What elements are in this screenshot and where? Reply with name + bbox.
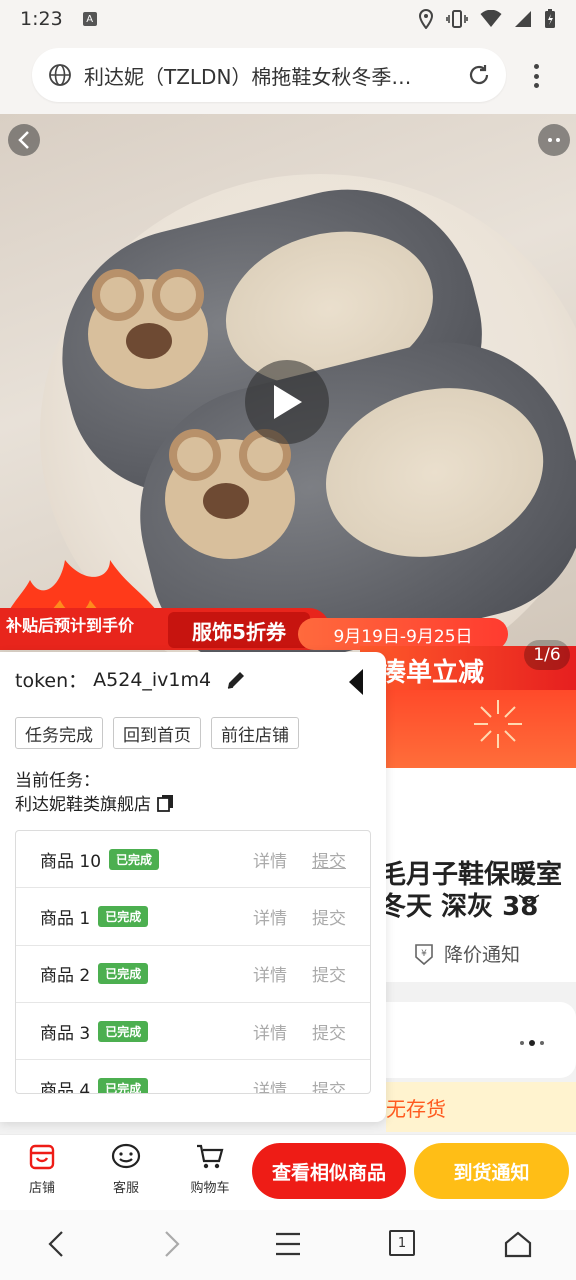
task-item-list: 商品 10 已完成 详情 提交 商品 1 已完成 详情 提交 商品 2 已完成 … [15,830,371,1094]
status-icons [418,9,556,29]
nav-tabs-button[interactable]: 1 [389,1230,415,1256]
price-alert-label: 降价通知 [444,944,521,966]
browser-menu-icon[interactable] [526,60,546,92]
item-name: 商品 3 [40,1023,91,1044]
detail-link[interactable]: 详情 [253,904,287,929]
promo-bottom-text: 凑单立减 [380,658,485,688]
svg-text:¥: ¥ [421,949,427,959]
item-name: 商品 2 [40,966,91,987]
status-badge: 已完成 [98,1077,149,1093]
item-name: 商品 10 [40,851,102,872]
cell-signal-icon [515,11,531,27]
token-value: A524_iv1m4 [93,668,212,691]
address-bar[interactable]: 利达妮（TZLDN）棉拖鞋女秋冬季… [32,48,506,102]
status-badge: 已完成 [109,848,160,870]
system-navigation-bar: 1 [0,1210,576,1280]
nav-menu-icon[interactable] [274,1230,302,1258]
battery-icon [545,9,555,28]
customer-service-label: 客服 [112,1181,139,1196]
cart-icon [197,1144,224,1169]
list-item: 商品 10 已完成 详情 提交 [16,831,370,889]
play-icon [274,385,302,419]
view-similar-button[interactable]: 查看相似商品 [252,1143,406,1199]
play-video-button[interactable] [245,360,329,444]
globe-icon [49,64,71,86]
panel-button-row: 任务完成 回到首页 前往店铺 [15,717,299,749]
status-time: 1:23 [20,8,63,30]
product-title-line2: 冬天 深灰 38 [380,892,539,922]
more-options-button[interactable] [538,124,570,156]
nav-home-icon[interactable] [504,1230,532,1258]
status-badge: 已完成 [98,1020,149,1042]
stock-status-text: 无存货 [386,1097,446,1121]
item-name: 商品 4 [40,1080,91,1094]
list-item: 商品 4 已完成 详情 提交 [16,1060,370,1094]
bear-patch-back [88,269,208,389]
shop-button[interactable]: 店铺 [12,1143,72,1196]
app-notification-icon: A [82,12,97,26]
detail-link[interactable]: 详情 [253,1019,287,1044]
wifi-icon [480,10,502,27]
submit-link[interactable]: 提交 [312,904,346,929]
task-complete-button[interactable]: 任务完成 [15,717,103,749]
list-item: 商品 1 已完成 详情 提交 [16,888,370,946]
firework-icon [474,700,522,748]
bear-patch-front [165,429,295,559]
submit-link[interactable]: 提交 [312,1076,346,1093]
status-bar: 1:23 A [0,0,576,38]
shop-row: 利达妮鞋类旗舰店 [15,790,175,815]
image-page-indicator: 1/6 [524,640,570,670]
chevron-down-icon[interactable]: ﹀ [518,888,540,920]
go-to-shop-button[interactable]: 前往店铺 [211,717,299,749]
nav-back-icon[interactable] [44,1230,68,1258]
subsidy-text: 补贴后预计到手价 [6,616,135,635]
token-label: token： [15,670,88,692]
detail-link[interactable]: 详情 [253,847,287,872]
location-icon [418,9,434,29]
nav-forward-icon[interactable] [160,1230,184,1258]
task-panel: token： A524_iv1m4 任务完成 回到首页 前往店铺 当前任务： 利… [0,652,386,1122]
token-row: token： A524_iv1m4 [15,666,247,693]
shop-label: 店铺 [28,1181,55,1196]
collapse-panel-icon[interactable] [348,668,364,696]
browser-toolbar: 利达妮（TZLDN）棉拖鞋女秋冬季… [0,38,576,114]
reload-icon[interactable] [466,62,492,88]
page-title: 利达妮（TZLDN）棉拖鞋女秋冬季… [84,64,412,89]
price-alert-button[interactable]: ¥ 降价通知 [412,940,520,967]
detail-link[interactable]: 详情 [253,961,287,986]
tabs-count: 1 [397,1235,407,1251]
customer-service-button[interactable]: 客服 [96,1143,156,1196]
cart-label: 购物车 [190,1181,230,1196]
price-tag-icon: ¥ [415,943,433,965]
detail-link[interactable]: 详情 [253,1076,287,1093]
status-badge: 已完成 [98,905,149,927]
submit-link[interactable]: 提交 [312,961,346,986]
list-item: 商品 2 已完成 详情 提交 [16,946,370,1003]
copy-icon[interactable] [157,794,175,812]
cart-button[interactable]: 购物车 [180,1143,240,1196]
discount-badge: 服饰5折券 [168,612,310,648]
chevron-left-icon [18,131,29,149]
list-item: 商品 3 已完成 详情 提交 [16,1003,370,1061]
edit-icon[interactable] [225,669,247,691]
customer-service-icon [111,1143,141,1169]
shop-icon [29,1144,55,1170]
submit-link[interactable]: 提交 [312,1019,346,1044]
status-badge: 已完成 [98,963,149,985]
back-button[interactable] [8,124,40,156]
item-name: 商品 1 [40,908,91,929]
shop-name: 利达妮鞋类旗舰店 [15,795,151,815]
arrival-notice-button[interactable]: 到货通知 [414,1143,569,1199]
submit-link[interactable]: 提交 [312,847,346,872]
current-task-label: 当前任务： [15,771,100,791]
options-card [386,1002,576,1078]
options-more-icon[interactable] [520,1040,544,1046]
back-home-button[interactable]: 回到首页 [113,717,201,749]
vibrate-icon [446,10,468,28]
